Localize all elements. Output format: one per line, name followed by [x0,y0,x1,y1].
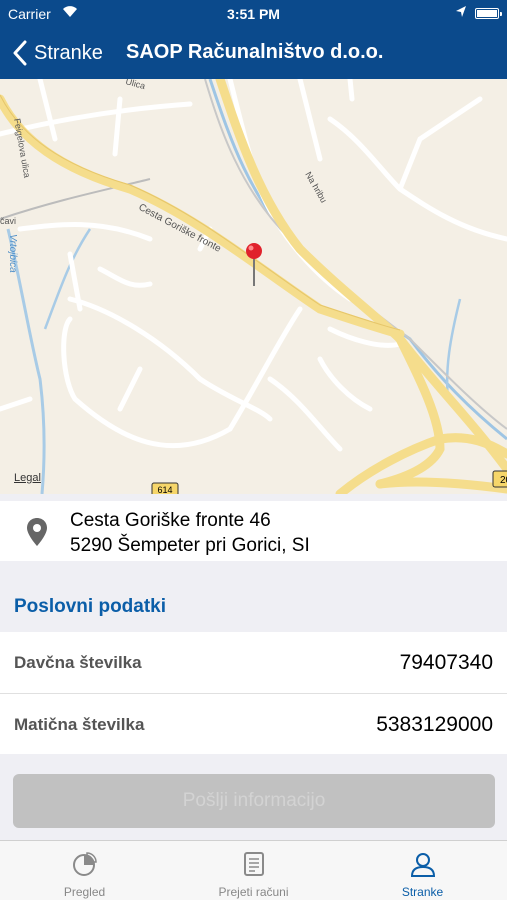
street-label-cavi: čavi [0,216,16,226]
battery-icon [475,8,502,19]
address-row[interactable]: Cesta Goriške fronte 46 5290 Šempeter pr… [0,501,507,561]
tab-prejeti-racuni[interactable]: Prejeti računi [169,841,338,900]
location-arrow-icon [455,5,467,22]
water-label-vrtojbica: Vrtojbica [7,234,18,273]
map-pin-icon[interactable] [244,242,264,288]
send-information-button[interactable]: Pošlji informacijo [13,774,495,828]
tab-label-pregled: Pregled [63,885,106,899]
pie-chart-icon [72,852,97,876]
back-button-label: Stranke [34,41,103,64]
registration-number-label: Matična številka [14,715,145,734]
map-view[interactable]: 614 20 Cesta Goriške fronte Feigelova ul… [0,79,507,494]
tax-number-label: Davčna številka [14,653,142,672]
chevron-left-icon [13,40,27,66]
navigation-bar: Stranke SAOP Računalništvo d.o.o. [0,28,507,79]
tax-number-row: Davčna številka 79407340 [0,632,507,693]
tab-bar: Pregled Prejeti računi Stranke [0,840,507,900]
document-icon [243,852,264,876]
section-title: Poslovni podatki [14,596,167,617]
tax-number-value: 79407340 [399,651,493,674]
page-title: SAOP Računalništvo d.o.o. [126,41,384,63]
road-shield-20: 20 [500,475,507,486]
address-street: Cesta Goriške fronte 46 [70,510,271,531]
tab-label-prejeti-racuni: Prejeti računi [218,885,289,899]
map-legal-link[interactable]: Legal [14,472,41,484]
back-button[interactable]: Stranke [12,38,103,68]
tab-pregled[interactable]: Pregled [0,841,169,900]
clock: 3:51 PM [227,6,280,22]
registration-number-row: Matična številka 5383129000 [0,693,507,754]
tab-stranke[interactable]: Stranke [338,841,507,900]
person-icon [410,853,435,877]
status-bar: Carrier 3:51 PM [0,0,507,28]
tab-label-stranke: Stranke [401,885,444,899]
address-city: 5290 Šempeter pri Gorici, SI [70,535,310,556]
street-label-na-hribu: Na hribu [303,170,329,204]
location-pin-icon [27,518,47,546]
street-label-ulica: Ulica [124,79,146,91]
road-shield-614: 614 [157,485,172,494]
registration-number-value: 5383129000 [376,713,493,736]
